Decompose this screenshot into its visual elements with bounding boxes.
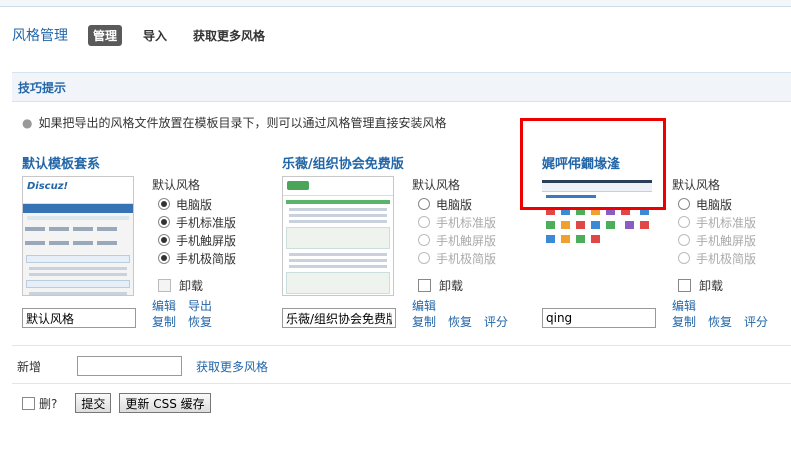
divider xyxy=(12,345,791,346)
theme-thumbnail xyxy=(282,176,394,296)
thumb-nav xyxy=(23,204,133,213)
theme-name-input[interactable] xyxy=(22,308,136,328)
radio-mobile-simple: 手机极简版 xyxy=(672,249,756,267)
radio-mobile-touch: 手机触屏版 xyxy=(412,231,496,249)
checkbox-icon xyxy=(418,279,431,292)
radio-icon xyxy=(418,216,430,228)
get-more-styles-link[interactable]: 获取更多风格 xyxy=(196,358,268,375)
theme-actions: 编辑 导出 复制 恢复 xyxy=(152,298,262,330)
copy-link[interactable]: 复制 xyxy=(412,315,436,329)
tips-heading: 技巧提示 xyxy=(18,81,67,95)
radio-mobile-standard: 手机标准版 xyxy=(672,213,756,231)
logo-icon xyxy=(287,181,309,190)
thumb-block xyxy=(26,255,130,263)
theme-name[interactable]: 乐薇/组织协会免费版 xyxy=(282,153,404,172)
tips-heading-bar: 技巧提示 xyxy=(12,72,791,102)
page-title: 风格管理 xyxy=(12,28,68,44)
tab-import[interactable]: 导入 xyxy=(138,25,172,46)
uninstall-checkbox[interactable]: 卸载 xyxy=(412,277,496,294)
radio-icon xyxy=(418,252,430,264)
page-header: 风格管理 管理 导入 获取更多风格 xyxy=(12,24,286,46)
radio-icon xyxy=(418,234,430,246)
theme-options: 默认风格 电脑版 手机标准版 手机触屏版 手机极简版 卸载 xyxy=(152,176,236,294)
copy-link[interactable]: 复制 xyxy=(672,315,696,329)
theme-options: 默认风格 电脑版 手机标准版 手机触屏版 手机极简版 卸载 xyxy=(412,176,496,294)
default-style-label: 默认风格 xyxy=(152,178,201,192)
update-css-cache-button[interactable]: 更新 CSS 缓存 xyxy=(119,393,211,413)
edit-link[interactable]: 编辑 xyxy=(152,299,176,313)
thumb-header: Discuz! xyxy=(23,177,133,204)
top-border xyxy=(0,0,791,7)
tab-manage[interactable]: 管理 xyxy=(88,24,123,46)
default-style-label: 默认风格 xyxy=(412,178,461,192)
rate-link[interactable]: 评分 xyxy=(484,315,508,329)
theme-name-input[interactable] xyxy=(542,308,656,328)
edit-link[interactable]: 编辑 xyxy=(672,299,696,313)
radio-mobile-simple: 手机极简版 xyxy=(412,249,496,267)
thumb-line xyxy=(27,216,129,220)
checkbox-icon xyxy=(158,279,171,292)
checkbox-icon xyxy=(678,279,691,292)
radio-mobile-touch[interactable]: 手机触屏版 xyxy=(152,231,236,249)
radio-icon xyxy=(678,234,690,246)
radio-icon xyxy=(158,252,170,264)
tip-text: 如果把导出的风格文件放置在模板目录下，则可以通过风格管理直接安装风格 xyxy=(38,116,447,130)
theme-name-input[interactable] xyxy=(282,308,396,328)
submit-button[interactable]: 提交 xyxy=(75,393,112,413)
radio-mobile-simple[interactable]: 手机极简版 xyxy=(152,249,236,267)
restore-link[interactable]: 恢复 xyxy=(708,315,732,329)
uninstall-checkbox[interactable]: 卸载 xyxy=(672,277,756,294)
theme-thumbnail: Discuz! xyxy=(22,176,134,296)
radio-mobile-standard[interactable]: 手机标准版 xyxy=(152,213,236,231)
add-style-row: 新增 获取更多风格 xyxy=(17,356,268,376)
theme-name[interactable]: 默认模板套系 xyxy=(22,153,100,172)
theme-options: 默认风格 电脑版 手机标准版 手机触屏版 手机极简版 卸载 xyxy=(672,176,756,294)
delete-label: 删? xyxy=(39,396,58,411)
export-link[interactable]: 导出 xyxy=(188,299,212,313)
radio-mobile-touch: 手机触屏版 xyxy=(672,231,756,249)
theme-card-default: 默认模板套系 Discuz! 默认风格 电脑版 手机标准版 手机触屏版 手机极简… xyxy=(22,150,262,340)
thumb-block xyxy=(26,280,130,288)
submit-row: 删? 提交 更新 CSS 缓存 xyxy=(22,393,219,413)
restore-link[interactable]: 恢复 xyxy=(448,315,472,329)
edit-link[interactable]: 编辑 xyxy=(412,299,436,313)
uninstall-checkbox: 卸载 xyxy=(152,277,236,294)
add-label: 新增 xyxy=(17,359,42,374)
radio-icon xyxy=(158,216,170,228)
radio-icon xyxy=(678,252,690,264)
radio-icon xyxy=(678,216,690,228)
radio-icon xyxy=(678,198,690,210)
radio-pc[interactable]: 电脑版 xyxy=(412,195,496,213)
radio-pc[interactable]: 电脑版 xyxy=(152,195,236,213)
radio-mobile-standard: 手机标准版 xyxy=(412,213,496,231)
discuz-logo-icon: Discuz! xyxy=(27,181,69,192)
radio-pc[interactable]: 电脑版 xyxy=(672,195,756,213)
default-style-label: 默认风格 xyxy=(672,178,721,192)
divider xyxy=(12,383,791,384)
radio-icon xyxy=(158,234,170,246)
delete-checkbox[interactable] xyxy=(22,396,35,410)
tab-get-more-styles[interactable]: 获取更多风格 xyxy=(188,25,270,46)
rate-link[interactable]: 评分 xyxy=(744,315,768,329)
add-style-input[interactable] xyxy=(77,356,182,376)
copy-link[interactable]: 复制 xyxy=(152,315,176,329)
theme-actions: 编辑 复制 恢复 评分 xyxy=(412,298,522,330)
radio-icon xyxy=(418,198,430,210)
tip-line: ● 如果把导出的风格文件放置在模板目录下，则可以通过风格管理直接安装风格 xyxy=(22,114,447,131)
restore-link[interactable]: 恢复 xyxy=(188,315,212,329)
highlight-box xyxy=(520,118,666,210)
radio-icon xyxy=(158,198,170,210)
bullet-icon: ● xyxy=(22,116,33,130)
thumb-grid xyxy=(23,223,133,251)
theme-card-levei: 乐薇/组织协会免费版 默认风格 电脑版 手机标准版 手机触屏版 手机极简版 卸载… xyxy=(282,150,522,340)
theme-actions: 编辑 复制 恢复 评分 xyxy=(672,298,782,330)
